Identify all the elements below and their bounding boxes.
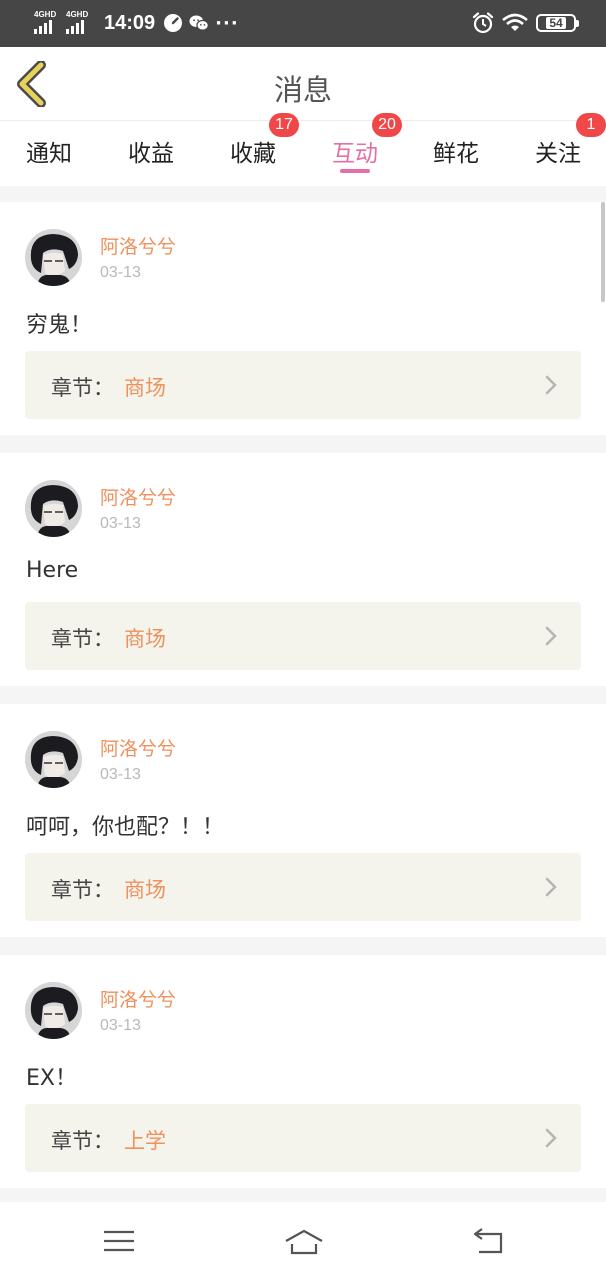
avatar[interactable] xyxy=(25,982,82,1039)
unread-badge: 20 xyxy=(372,113,402,137)
avatar[interactable] xyxy=(25,731,82,788)
chapter-link[interactable]: 章节： 商场 xyxy=(25,602,581,670)
alarm-icon xyxy=(472,12,494,34)
message-card[interactable]: 阿洛兮兮 03-13 EX！ 章节： 上学 xyxy=(0,955,606,1188)
battery-level: 54 xyxy=(546,17,566,29)
message-card[interactable]: 阿洛兮兮 03-13 穷鬼！ 章节： 商场 xyxy=(0,202,606,435)
tab-earnings[interactable]: 收益 xyxy=(111,121,191,186)
chevron-right-icon xyxy=(545,626,557,646)
chapter-name: 商场 xyxy=(124,627,166,651)
tab-interactions[interactable]: 互动 20 xyxy=(315,113,402,186)
message-date: 03-13 xyxy=(100,515,141,532)
message-text: 呵呵，你也配？！！ xyxy=(26,815,225,840)
unread-badge: 17 xyxy=(269,113,299,137)
app-header: 消息 xyxy=(0,47,606,121)
message-date: 03-13 xyxy=(100,1017,141,1034)
tab-label: 收益 xyxy=(128,141,174,167)
chapter-link[interactable]: 章节： 商场 xyxy=(25,853,581,921)
status-time: 14:09 xyxy=(104,11,156,34)
menu-icon[interactable] xyxy=(97,1226,141,1256)
username[interactable]: 阿洛兮兮 xyxy=(100,232,176,259)
chapter-link[interactable]: 章节： 上学 xyxy=(25,1104,581,1172)
tab-notifications[interactable]: 通知 xyxy=(9,121,89,186)
wifi-icon xyxy=(502,13,528,31)
username[interactable]: 阿洛兮兮 xyxy=(100,985,176,1012)
speed-icon xyxy=(164,14,183,32)
message-text: Here xyxy=(26,558,79,583)
chapter-label: 章节： xyxy=(51,878,114,902)
chapter-label: 章节： xyxy=(51,1129,114,1153)
message-card[interactable]: 阿洛兮兮 03-13 Here 章节： 商场 xyxy=(0,453,606,686)
chapter-name: 上学 xyxy=(124,1129,166,1153)
message-text: 穷鬼！ xyxy=(26,313,93,338)
chevron-right-icon xyxy=(545,1128,557,1148)
network-type-label: 4GHD xyxy=(34,10,57,19)
home-icon[interactable] xyxy=(282,1226,326,1256)
tab-bar: 通知 收益 收藏 17 互动 20 鲜花 关注 1 xyxy=(0,113,606,186)
status-bar: 4GHD 4GHD 14:09 ··· 54 xyxy=(0,0,606,47)
page-title: 消息 xyxy=(273,73,332,107)
wechat-icon xyxy=(189,15,210,31)
message-date: 03-13 xyxy=(100,264,141,281)
chapter-name: 商场 xyxy=(124,376,166,400)
chevron-right-icon xyxy=(545,375,557,395)
system-nav-bar xyxy=(0,1202,606,1280)
message-text: EX！ xyxy=(26,1066,77,1091)
avatar[interactable] xyxy=(25,229,82,286)
tab-label: 通知 xyxy=(26,141,72,167)
unread-badge: 1 xyxy=(576,113,606,137)
message-list: 阿洛兮兮 03-13 穷鬼！ 章节： 商场 阿洛兮兮 03-13 Here 章节… xyxy=(0,202,606,1206)
signal-icon: 4GHD xyxy=(34,10,62,36)
message-card[interactable]: 阿洛兮兮 03-13 呵呵，你也配？！！ 章节： 商场 xyxy=(0,704,606,937)
username[interactable]: 阿洛兮兮 xyxy=(100,483,176,510)
battery-icon: 54 xyxy=(536,14,579,32)
network-type-label: 4GHD xyxy=(66,10,89,19)
tab-flowers[interactable]: 鲜花 xyxy=(416,121,496,186)
username[interactable]: 阿洛兮兮 xyxy=(100,734,176,761)
chapter-link[interactable]: 章节： 商场 xyxy=(25,351,581,419)
chapter-label: 章节： xyxy=(51,627,114,651)
chapter-name: 商场 xyxy=(124,878,166,902)
tab-label: 鲜花 xyxy=(433,141,479,167)
chevron-right-icon xyxy=(545,877,557,897)
avatar[interactable] xyxy=(25,480,82,537)
message-date: 03-13 xyxy=(100,766,141,783)
back-icon[interactable] xyxy=(467,1226,511,1256)
tab-favorites[interactable]: 收藏 17 xyxy=(213,113,299,186)
more-notifications-icon: ··· xyxy=(215,12,239,34)
signal-icon: 4GHD xyxy=(66,10,94,36)
scrollbar[interactable] xyxy=(601,202,605,302)
active-tab-indicator xyxy=(340,169,370,173)
chapter-label: 章节： xyxy=(51,376,114,400)
tab-follows[interactable]: 关注 1 xyxy=(518,113,606,186)
